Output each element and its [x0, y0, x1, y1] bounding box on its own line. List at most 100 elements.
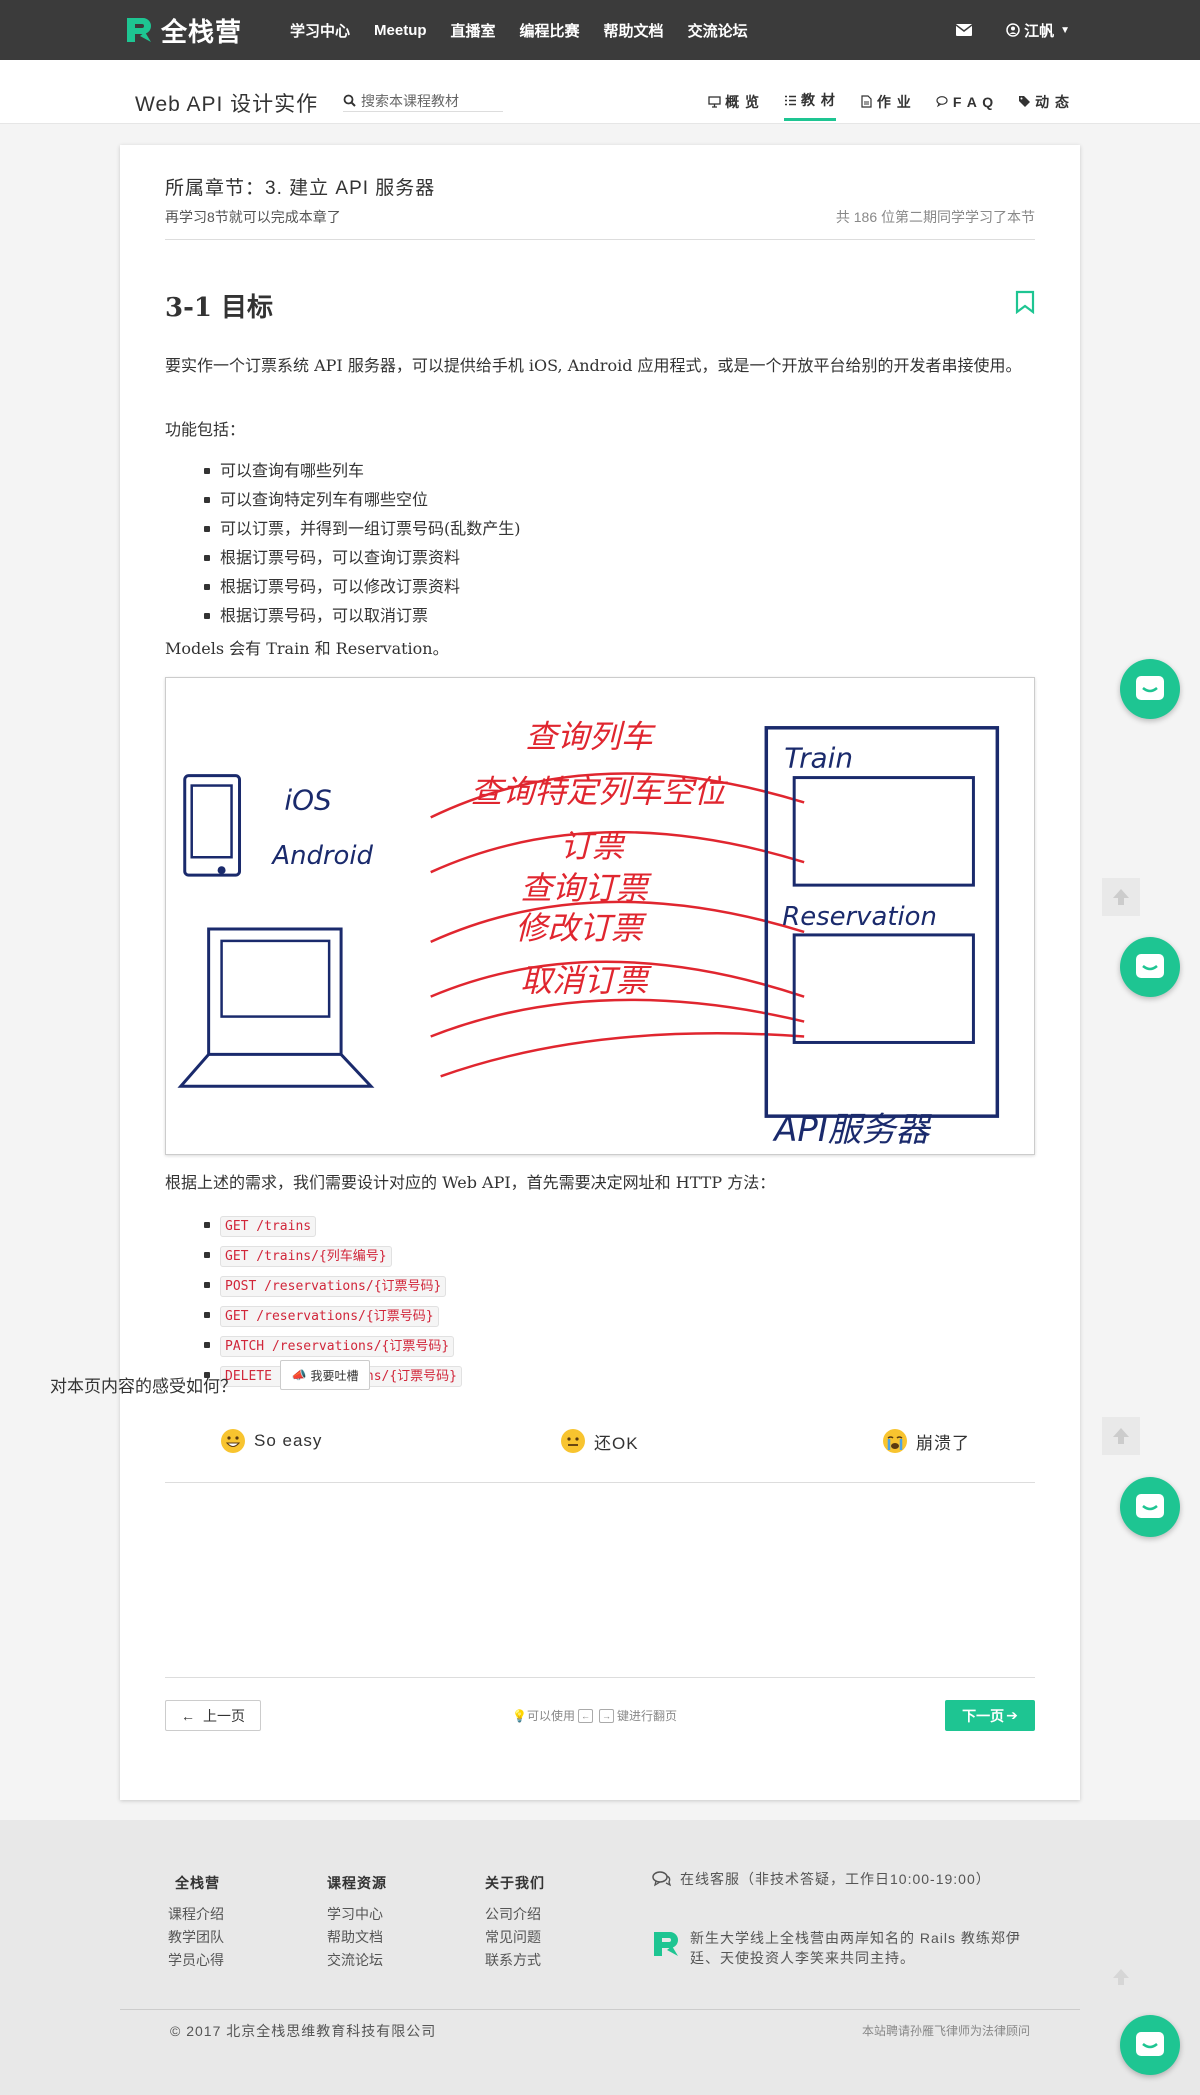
file-icon	[861, 95, 872, 108]
footer-link[interactable]: 交流论坛	[327, 1949, 387, 1972]
list-item: GET /trains/{列车编号}	[203, 1240, 462, 1270]
footer-link[interactable]: 课程介绍	[168, 1903, 224, 1926]
hint-prefix: 可以使用	[526, 1709, 575, 1723]
complain-button[interactable]: 📣 我要吐槽	[280, 1360, 370, 1390]
footer-link[interactable]: 学员心得	[168, 1949, 224, 1972]
footer-link[interactable]: 学习中心	[327, 1903, 387, 1926]
diagram-action: 查询列车	[525, 718, 656, 756]
caret-down-icon[interactable]: ▼	[1060, 25, 1070, 36]
scroll-top-button[interactable]	[1102, 1958, 1140, 1996]
footer-link[interactable]: 教学团队	[168, 1926, 224, 1949]
endpoint-code: GET /trains	[220, 1216, 317, 1237]
footer-col-title: 全栈营	[175, 1875, 220, 1891]
nav-learning-center[interactable]: 学习中心	[290, 20, 350, 41]
footer-divider	[120, 2009, 1080, 2010]
divider	[165, 239, 1035, 240]
tab-overview[interactable]: 概 览	[708, 84, 760, 121]
diagram-action: 查询特定列车空位	[471, 772, 729, 810]
scroll-top-button[interactable]	[1102, 878, 1140, 916]
endpoint-code: POST /reservations/{订票号码}	[220, 1276, 447, 1297]
site-logo[interactable]: 全栈营	[123, 12, 242, 48]
footer-description: 新生大学线上全栈营由两岸知名的 Rails 教练郑伊廷、天使投资人李笑来共同主持…	[650, 1928, 1030, 1968]
hint-suffix: 键进行翻页	[616, 1709, 677, 1723]
tab-faq[interactable]: F A Q	[936, 84, 994, 121]
main-nav: 学习中心 Meetup 直播室 编程比赛 帮助文档 交流论坛	[290, 0, 772, 60]
lightbulb-icon: 💡	[512, 1708, 527, 1723]
course-search	[343, 90, 503, 112]
footer-col-title: 关于我们	[485, 1875, 545, 1891]
footer-col-about: 关于我们 公司介绍 常见问题 联系方式	[485, 1873, 545, 1972]
crying-emoji-icon	[883, 1429, 907, 1453]
chapter-title: 所属章节：3. 建立 API 服务器	[165, 178, 436, 199]
nav-live-room[interactable]: 直播室	[451, 20, 496, 41]
neutral-emoji-icon	[561, 1429, 585, 1453]
arrow-left-icon: ←	[181, 1707, 195, 1724]
laptop-drawing	[207, 927, 343, 1056]
list-item: POST /reservations/{订票号码}	[203, 1270, 462, 1300]
endpoint-code: GET /trains/{列车编号}	[220, 1246, 392, 1267]
nav-forum[interactable]: 交流论坛	[688, 20, 748, 41]
search-input[interactable]	[361, 92, 496, 109]
list-item: GET /trains	[203, 1210, 462, 1240]
chat-widget-button[interactable]	[1120, 937, 1180, 997]
mood-easy[interactable]: So easy	[220, 1428, 322, 1454]
footer-link[interactable]: 联系方式	[485, 1949, 545, 1972]
mail-icon[interactable]	[956, 24, 973, 36]
prev-page-button[interactable]: ← 上一页	[165, 1700, 261, 1731]
left-key-icon: ←	[577, 1708, 593, 1723]
footer-link[interactable]: 帮助文档	[327, 1926, 387, 1949]
complain-label: 我要吐槽	[310, 1368, 359, 1383]
support-text: 在线客服（非技术答疑，工作日10:00-19:00）	[680, 1871, 991, 1887]
chat-widget-button[interactable]	[1120, 2015, 1180, 2075]
list-item: 根据订票号码，可以修改订票资料	[204, 572, 521, 601]
diagram-action: 取消订票	[520, 962, 652, 1000]
logo-icon	[654, 1932, 678, 1956]
footer-col-brand: 全栈营 课程介绍 教学团队 学员心得	[168, 1873, 224, 1972]
monitor-icon	[708, 96, 721, 108]
prev-label: 上一页	[203, 1707, 245, 1724]
diagram-action: 查询订票	[520, 869, 652, 907]
diagram-label-android: Android	[270, 841, 373, 871]
divider	[165, 1482, 1035, 1483]
scroll-top-button[interactable]	[1102, 1417, 1140, 1455]
endpoint-code: PATCH /reservations/{订票号码}	[220, 1336, 455, 1357]
list-item: 可以查询特定列车有哪些空位	[204, 485, 521, 514]
diagram-model-train: Train	[784, 742, 853, 775]
divider	[165, 1677, 1035, 1678]
chapter-remaining: 再学习8节就可以完成本章了	[165, 209, 341, 225]
tab-materials[interactable]: 教 材	[784, 84, 836, 121]
diagram-label-ios: iOS	[284, 783, 331, 816]
footer-link[interactable]: 常见问题	[485, 1926, 545, 1949]
user-menu[interactable]: 江帆	[1024, 20, 1054, 41]
nav-help-docs[interactable]: 帮助文档	[604, 20, 664, 41]
course-title: Web API 设计实作	[135, 93, 319, 116]
list-item: PATCH /reservations/{订票号码}	[203, 1330, 462, 1360]
footer-link[interactable]: 公司介绍	[485, 1903, 545, 1926]
nav-meetup[interactable]: Meetup	[374, 22, 427, 39]
footer-col-title: 课程资源	[327, 1875, 387, 1891]
tab-homework[interactable]: 作 业	[860, 84, 912, 121]
right-key-icon: →	[598, 1708, 614, 1723]
chat-widget-button[interactable]	[1120, 1477, 1180, 1537]
mood-ok[interactable]: 还OK	[560, 1428, 639, 1454]
next-label: 下一页	[962, 1707, 1005, 1724]
chat-icon	[1136, 676, 1164, 700]
api-intro: 根据上述的需求，我们需要设计对应的 Web API，首先需要决定网址和 HTTP…	[165, 1173, 776, 1192]
chat-widget-button[interactable]	[1120, 659, 1180, 719]
endpoint-code: GET /reservations/{订票号码}	[220, 1306, 439, 1327]
tab-activity[interactable]: 动 态	[1018, 84, 1070, 121]
comments-icon	[936, 96, 948, 108]
user-icon	[1006, 23, 1020, 37]
next-page-button[interactable]: 下一页 ➔	[945, 1700, 1035, 1731]
tab-label: 动 态	[1035, 93, 1070, 110]
top-navbar: 全栈营 学习中心 Meetup 直播室 编程比赛 帮助文档 交流论坛 江帆 ▼	[0, 0, 1200, 60]
nav-right: 江帆 ▼	[956, 0, 1070, 60]
lesson-card: 所属章节：3. 建立 API 服务器 再学习8节就可以完成本章了 共 186 位…	[120, 145, 1080, 1800]
nav-contest[interactable]: 编程比赛	[520, 20, 580, 41]
online-support-link[interactable]: 在线客服（非技术答疑，工作日10:00-19:00）	[652, 1869, 991, 1889]
models-text: Models 会有 Train 和 Reservation。	[165, 639, 449, 658]
copyright: © 2017 北京全栈思维教育科技有限公司	[170, 2023, 437, 2039]
bookmark-icon[interactable]	[1015, 290, 1035, 314]
features-label: 功能包括：	[165, 420, 246, 439]
mood-crash[interactable]: 崩溃了	[882, 1428, 970, 1454]
